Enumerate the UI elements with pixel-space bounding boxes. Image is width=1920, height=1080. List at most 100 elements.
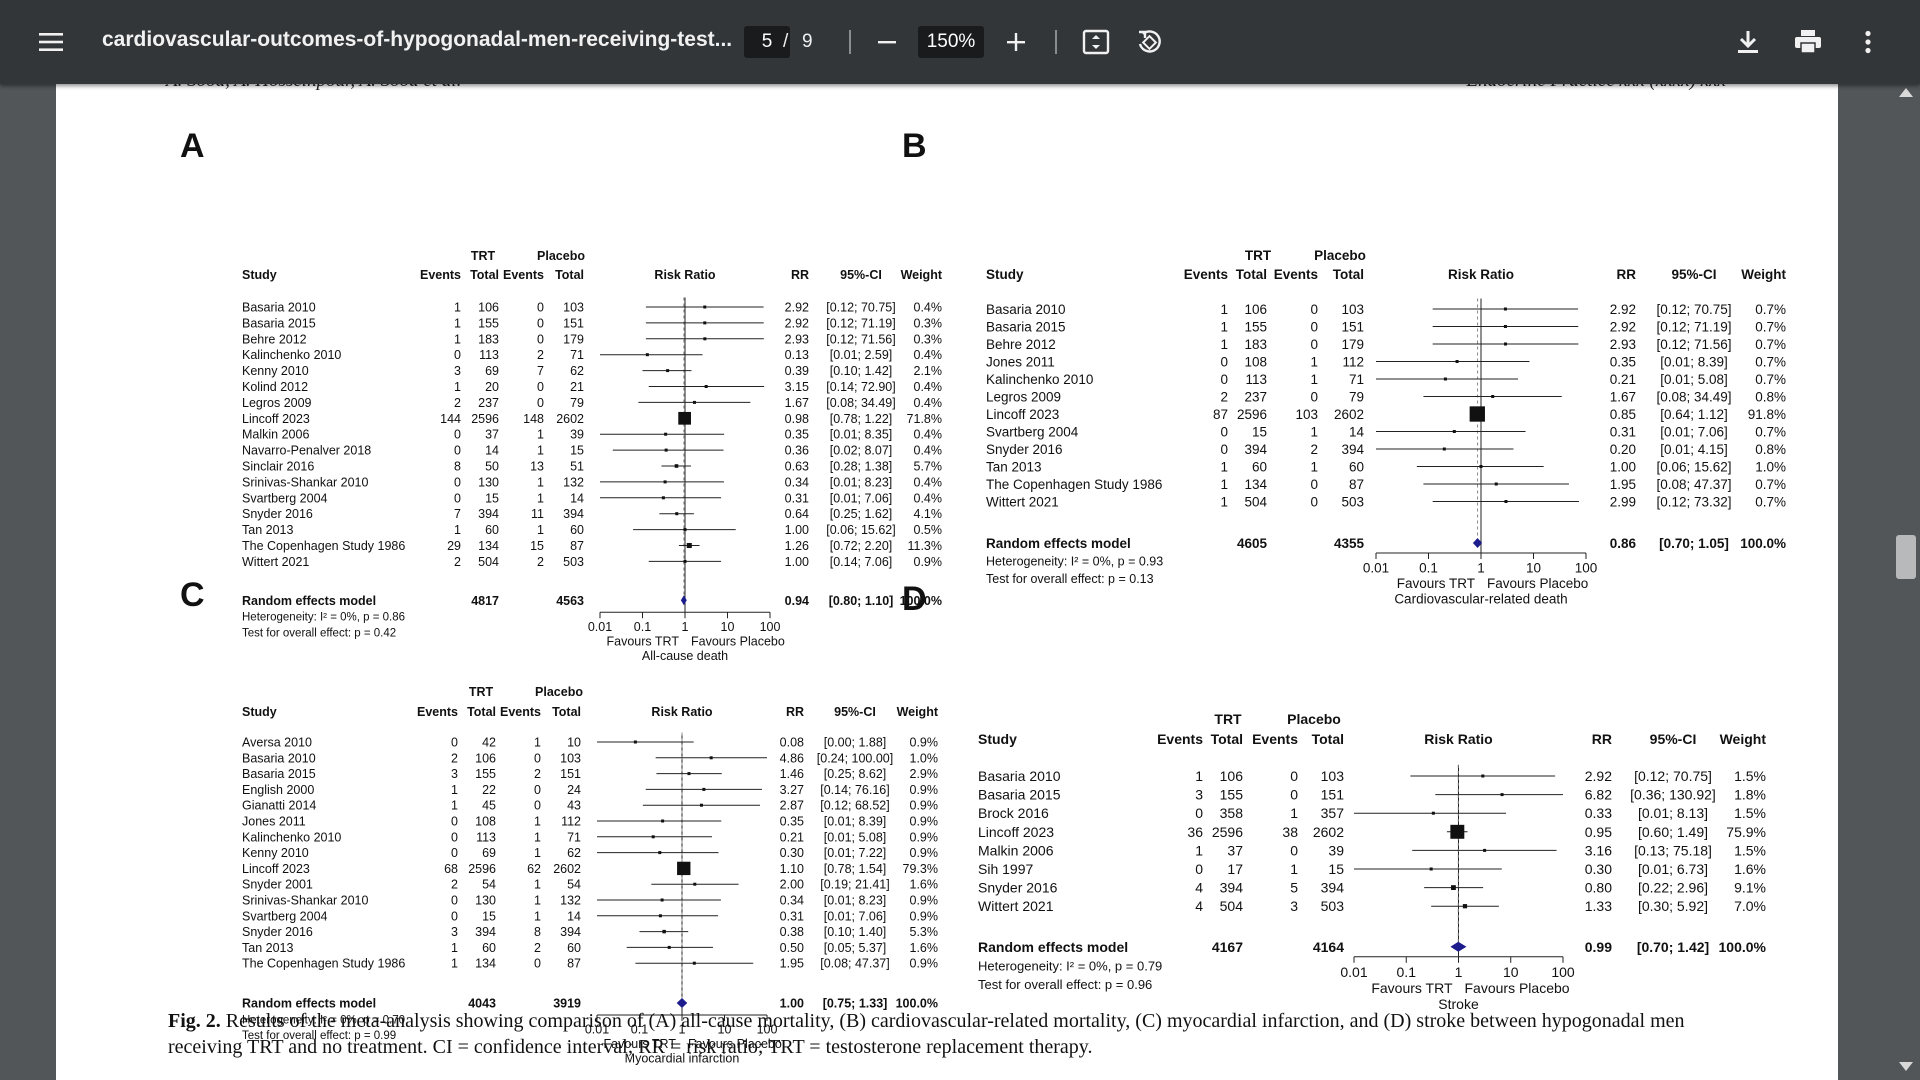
study-name: Brock 2016 <box>978 805 1049 821</box>
trt-events: 0 <box>1220 442 1228 457</box>
placebo-total: 132 <box>560 894 581 908</box>
zoom-level-input[interactable]: 150% <box>918 26 984 58</box>
vertical-scrollbar[interactable] <box>1894 84 1920 1080</box>
placebo-events: 2 <box>534 767 541 781</box>
study-name: Kenny 2010 <box>242 364 309 378</box>
placebo-total: 43 <box>567 799 581 813</box>
rr-value: 0.34 <box>780 894 804 908</box>
header-trt-total: Total <box>470 268 499 282</box>
rr-value: 2.00 <box>780 878 804 892</box>
trt-events: 3 <box>454 364 461 378</box>
study-square <box>703 305 707 309</box>
zoom-in-button[interactable] <box>999 26 1033 58</box>
trt-total: 42 <box>482 736 496 750</box>
study-square <box>645 353 649 357</box>
ci-value: [0.24; 100.00] <box>817 751 893 765</box>
study-square <box>1503 325 1507 328</box>
ci-value: [0.10; 1.42] <box>830 364 893 378</box>
x-axis-tick-label: 1 <box>1477 561 1485 576</box>
study-name: Svartberg 2004 <box>986 424 1079 439</box>
header-study: Study <box>242 705 277 719</box>
menu-button[interactable] <box>34 24 68 60</box>
trt-events: 0 <box>1195 861 1203 877</box>
ci-value: [0.10; 1.40] <box>824 925 887 939</box>
placebo-events: 7 <box>537 364 544 378</box>
study-square <box>1442 447 1446 451</box>
study-square <box>1503 307 1507 311</box>
fit-page-button[interactable] <box>1078 24 1114 60</box>
weight-value: 0.8% <box>1755 442 1786 457</box>
scrollbar-thumb[interactable] <box>1896 535 1916 579</box>
placebo-events: 1 <box>537 475 544 489</box>
placebo-total: 179 <box>563 332 584 346</box>
header-rr: RR <box>786 705 804 719</box>
rr-value: 6.82 <box>1585 787 1612 803</box>
trt-events: 1 <box>451 783 458 797</box>
placebo-total: 54 <box>567 878 581 892</box>
header-placebo-events: Events <box>1252 731 1298 747</box>
ci-value: [0.12; 73.32] <box>1656 494 1731 509</box>
study-square <box>1504 500 1508 503</box>
placebo-events: 1 <box>534 830 541 844</box>
scroll-up-arrow-icon[interactable] <box>1899 88 1913 97</box>
zoom-out-button[interactable] <box>870 26 904 58</box>
trt-events: 1 <box>1220 337 1228 352</box>
x-axis-tick-label: 10 <box>1526 561 1541 576</box>
ci-value: [0.14; 76.16] <box>820 783 890 797</box>
header-ci: 95%-CI <box>1650 731 1697 747</box>
trt-events: 0 <box>451 846 458 860</box>
rr-value: 0.63 <box>785 460 809 474</box>
rotate-button[interactable] <box>1131 24 1167 60</box>
ci-value: [0.13; 75.18] <box>1634 842 1712 858</box>
panel-label-b: B <box>902 127 927 165</box>
study-name: Basaria 2015 <box>242 316 316 330</box>
print-button[interactable] <box>1790 24 1826 60</box>
placebo-events: 1 <box>537 523 544 537</box>
placebo-events: 2 <box>537 555 544 569</box>
placebo-total: 71 <box>567 830 581 844</box>
more-options-button[interactable] <box>1852 24 1884 60</box>
rr-value: 1.95 <box>780 957 804 971</box>
header-rr: RR <box>791 268 809 282</box>
ci-value: [0.01; 4.15] <box>1660 442 1728 457</box>
trt-total: 69 <box>485 364 499 378</box>
toolbar-divider <box>1055 30 1057 54</box>
ci-value: [0.00; 1.88] <box>824 736 887 750</box>
header-placebo-total: Total <box>1333 267 1364 282</box>
forest-plot-a: TRT Placebo Study Events Total Events Total Ris… <box>242 249 943 663</box>
rr-value: 2.93 <box>1610 337 1636 352</box>
study-name: Lincoff 2023 <box>242 862 310 876</box>
header-trt: TRT <box>471 249 496 263</box>
study-square <box>1494 482 1498 486</box>
page-header-authors: A. Sood, A. Hosseinpour, A. Sood et al. <box>166 84 461 92</box>
placebo-total: 60 <box>570 523 584 537</box>
summary-weight: 100.0% <box>1740 536 1786 551</box>
ci-value: [0.28; 1.38] <box>830 460 893 474</box>
placebo-total: 14 <box>567 909 581 923</box>
placebo-events: 0 <box>1290 768 1298 784</box>
trt-total: 2596 <box>1212 824 1243 840</box>
header-risk-ratio: Risk Ratio <box>651 705 712 719</box>
ci-value: [0.01; 8.23] <box>824 894 887 908</box>
download-button[interactable] <box>1730 24 1766 60</box>
placebo-events: 1 <box>1290 861 1298 877</box>
header-ci: 95%-CI <box>834 705 876 719</box>
ci-value: [0.22; 2.96] <box>1638 880 1708 896</box>
trt-total: 155 <box>1244 319 1267 334</box>
favours-trt-label: Favours TRT <box>1371 980 1453 996</box>
trt-events: 3 <box>451 767 458 781</box>
scroll-down-arrow-icon[interactable] <box>1899 1062 1913 1071</box>
trt-events: 0 <box>451 909 458 923</box>
summary-rr: 0.86 <box>1610 536 1637 551</box>
ci-value: [0.19; 21.41] <box>820 878 890 892</box>
study-name: Jones 2011 <box>986 354 1055 369</box>
placebo-events: 0 <box>1310 494 1318 509</box>
trt-events: 0 <box>454 491 461 505</box>
trt-total: 22 <box>482 783 496 797</box>
weight-value: 0.7% <box>1755 354 1786 369</box>
placebo-total: 2602 <box>1313 824 1344 840</box>
rr-value: 0.33 <box>1585 805 1612 821</box>
hamburger-menu-icon <box>39 33 63 51</box>
placebo-events: 1 <box>537 491 544 505</box>
ci-value: [0.02; 8.07] <box>830 444 893 458</box>
